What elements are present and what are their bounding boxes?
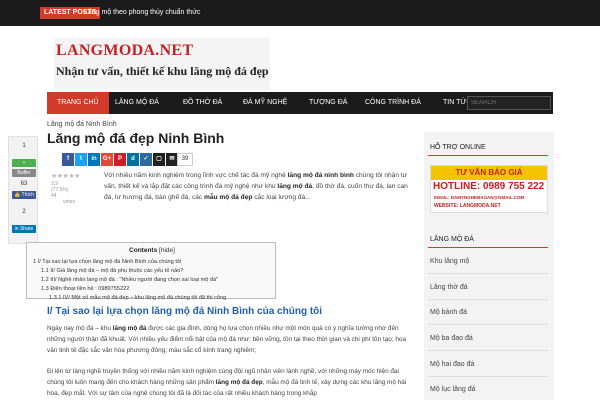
facebook-icon: f: [67, 156, 69, 162]
sidebar-separator: [428, 324, 548, 325]
pinterest-share-button[interactable]: P: [114, 153, 126, 166]
widget-divider: [428, 247, 548, 248]
sidebar-separator: [428, 376, 548, 377]
body-paragraph-1: Ngày nay mộ đá – khu lăng mộ đá được các…: [47, 323, 413, 356]
body-keyword-link[interactable]: lăng mộ đá: [113, 325, 147, 332]
linkedin-icon: in: [14, 226, 19, 232]
plus-icon: +: [22, 160, 26, 166]
sidebar-separator: [428, 350, 548, 351]
intro-text: cắc loại lượng đá...: [252, 194, 311, 201]
digg-share-button[interactable]: d: [127, 153, 139, 166]
linkedin-share-button-inline[interactable]: in: [88, 153, 100, 166]
share-label: Share: [19, 226, 34, 232]
sidebar-link-mo-luc-lang-da[interactable]: Mộ lục lăng đá: [430, 386, 476, 393]
nav-item-do-tho-da[interactable]: ĐỒ THỜ ĐÁ: [183, 92, 222, 114]
twitter-icon: t: [80, 156, 82, 162]
support-banner[interactable]: TƯ VẤN BÁO GIÁ HOTLINE: 0989 755 222 EMA…: [430, 165, 548, 213]
stumbleupon-share-button[interactable]: ▢: [153, 153, 165, 166]
banner-hotline[interactable]: HOTLINE: 0989 755 222: [433, 181, 544, 192]
rating-summary: 3.9 (77.5%) 44 votes: [51, 181, 75, 205]
body-paragraph-2: Đi lên từ làng nghề truyền thống với nhi…: [47, 366, 413, 399]
thumbs-up-icon: 👍: [13, 192, 21, 198]
nav-item-lang-mo-da[interactable]: LĂNG MỘ ĐÁ: [115, 92, 159, 114]
widget-divider: [428, 155, 548, 156]
intro-keyword-link[interactable]: lăng mộ đá: [277, 183, 312, 190]
pinterest-icon: P: [117, 156, 122, 162]
sidebar-link-mo-ba-dao-da[interactable]: Mộ ba đao đá: [430, 335, 473, 342]
plusone-button[interactable]: +: [12, 159, 36, 167]
body-text: Ngày nay mộ đá – khu: [47, 325, 113, 332]
delicious-share-button[interactable]: ✓: [140, 153, 152, 166]
buffer-button[interactable]: Buffer: [12, 169, 36, 177]
banner-heading: TƯ VẤN BÁO GIÁ: [431, 166, 547, 180]
support-widget-title: HỖ TRỢ ONLINE: [430, 144, 486, 151]
top-bar: LATEST POSTS Lăng mộ theo phong thủy chu…: [0, 0, 600, 26]
logo-subtitle: Nhận tư vấn, thiết kế khu lăng mộ đá đẹp: [56, 64, 269, 78]
news-ticker-link[interactable]: Lăng mộ theo phong thủy chuẩn thức: [84, 7, 200, 19]
star-icons[interactable]: ★★★★★: [51, 172, 80, 180]
intro-text: Với nhiều năm kinh nghiệm trong lĩnh vực…: [104, 172, 288, 179]
digg-icon: d: [131, 156, 135, 162]
toc-item[interactable]: 1.1 II/ Giá lăng mộ đá – mộ đá phụ thuộc…: [41, 268, 183, 274]
banner-email: EMAIL: DAMYNGHEBAOAN@GMAIL.COM: [434, 195, 525, 200]
toc-hide-link[interactable]: [hide]: [159, 247, 175, 254]
sidebar-link-lang-tho-da[interactable]: Lăng thờ đá: [430, 284, 468, 291]
facebook-share-button[interactable]: f: [62, 153, 74, 166]
toc-heading: Contents: [129, 247, 158, 254]
twitter-share-button[interactable]: t: [75, 153, 87, 166]
nav-item-tuong-da[interactable]: TƯỢNG ĐÁ: [309, 92, 347, 114]
stumbleupon-icon: ▢: [156, 156, 162, 162]
toc-item[interactable]: 1.3 Điện thoại liên hệ : 0989755222: [41, 286, 129, 292]
linkedin-icon: in: [91, 156, 97, 162]
banner-website: WEBSITE: LANGMODA.NET: [434, 203, 501, 209]
sidebar-separator: [428, 273, 548, 274]
breadcrumb[interactable]: Lăng mộ đá Ninh Bình: [47, 121, 117, 128]
like-label: Thích: [21, 192, 35, 198]
toc-item[interactable]: 1 I/ Tại sao lại lựa chọn lăng mộ đá Nin…: [33, 259, 181, 265]
nav-item-home[interactable]: TRANG CHỦ: [47, 92, 109, 114]
nav-item-cong-trinh-da[interactable]: CÔNG TRÌNH ĐÁ: [365, 92, 421, 114]
rating-score: 3.9 (77.5%) 44: [51, 181, 69, 199]
table-of-contents: Contents [hide] 1 I/ Tại sao lại lựa chọ…: [26, 242, 277, 301]
linkedin-share-button[interactable]: in Share: [12, 225, 36, 233]
toc-item[interactable]: 1.3.1 IV/ Một số mẫu mộ đá đẹp – khu lăn…: [49, 295, 226, 301]
mail-icon: ✉: [169, 156, 175, 162]
sidebar-link-khu-lang-mo[interactable]: Khu lăng mộ: [430, 258, 469, 265]
search-input[interactable]: [467, 96, 551, 110]
share-count-3: 2: [22, 209, 26, 215]
toc-item[interactable]: 1.2 III/ Nghệ nhân làng mộ đá : "Nhiều n…: [41, 277, 218, 283]
rating-votes: votes: [63, 199, 75, 205]
facebook-like-button[interactable]: 👍 Thích: [12, 191, 36, 199]
sidebar-separator: [428, 299, 548, 300]
googleplus-share-button[interactable]: G+: [101, 153, 113, 166]
floating-share-panel: 1 + Buffer 63 👍 Thích 2 in Share: [8, 136, 38, 244]
page-title: Lăng mộ đá đẹp Ninh Bình: [47, 130, 225, 146]
category-widget-title: LĂNG MỘ ĐÁ: [430, 236, 474, 243]
nav-item-da-my-nghe[interactable]: ĐÁ MỸ NGHỆ: [243, 92, 287, 114]
intro-keyword-link[interactable]: mẫu mộ đá đẹp: [204, 194, 252, 201]
site-header: LANGMODA.NET Nhận tư vấn, thiết kế khu l…: [0, 26, 600, 92]
toc-title: Contents [hide]: [27, 247, 277, 254]
share-total-count: 39: [177, 153, 193, 166]
intro-keyword-link[interactable]: lăng mộ đá ninh bình: [288, 172, 354, 179]
share-count-1: 1: [22, 143, 26, 149]
googleplus-icon: G+: [102, 156, 112, 162]
star-rating[interactable]: ★★★★★ 3.9 (77.5%) 44 votes: [51, 172, 80, 205]
body-keyword-link[interactable]: lăng mộ đá đẹp: [216, 379, 263, 386]
sidebar-link-mo-hai-dao-da[interactable]: Mộ hai đao đá: [430, 361, 474, 368]
logo-title[interactable]: LANGMODA.NET: [56, 42, 193, 60]
delicious-icon: ✓: [143, 156, 149, 162]
main-nav: TRANG CHỦ LĂNG MỘ ĐÁ ĐỒ THỜ ĐÁ ĐÁ MỸ NGH…: [47, 92, 553, 114]
intro-paragraph: Với nhiều năm kinh nghiệm trong lĩnh vực…: [104, 170, 410, 203]
sidebar-link-mo-banh-da[interactable]: Mộ bành đá: [430, 309, 467, 316]
section-heading: I/ Tại sao lại lựa chọn lăng mộ đá Ninh …: [47, 306, 323, 317]
share-count-2: 63: [20, 181, 28, 187]
